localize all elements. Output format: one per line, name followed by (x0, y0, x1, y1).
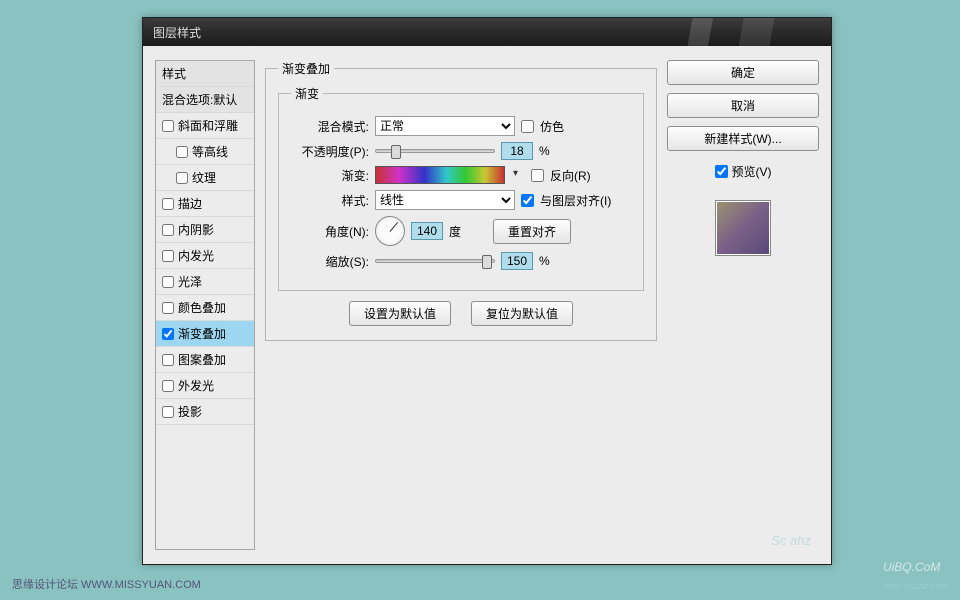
align-checkbox[interactable] (521, 194, 534, 207)
style-select[interactable]: 线性 (375, 190, 515, 210)
sidebar-item-color-overlay[interactable]: 颜色叠加 (156, 295, 254, 321)
sidebar-item-outer-glow[interactable]: 外发光 (156, 373, 254, 399)
section-title: 渐变叠加 (278, 60, 334, 77)
effects-sidebar: 样式 混合选项:默认 斜面和浮雕 等高线 纹理 描边 内阴影 内发光 光泽 颜色… (155, 60, 255, 550)
checkbox-icon[interactable] (162, 224, 174, 236)
scale-input[interactable]: 150 (501, 252, 533, 270)
angle-dial[interactable] (375, 216, 405, 246)
sidebar-item-inner-shadow[interactable]: 内阴影 (156, 217, 254, 243)
sidebar-item-texture[interactable]: 纹理 (156, 165, 254, 191)
set-default-button[interactable]: 设置为默认值 (349, 301, 451, 326)
sidebar-item-satin[interactable]: 光泽 (156, 269, 254, 295)
sidebar-item-inner-glow[interactable]: 内发光 (156, 243, 254, 269)
gradient-overlay-section: 渐变叠加 渐变 混合模式: 正常 仿色 不透明度(P): 18 % (265, 60, 657, 341)
right-panel: 确定 取消 新建样式(W)... 预览(V) (667, 60, 819, 550)
gradient-picker[interactable] (375, 166, 505, 184)
checkbox-icon[interactable] (176, 172, 188, 184)
dither-checkbox[interactable] (521, 120, 534, 133)
gradient-label: 渐变: (291, 167, 369, 184)
sidebar-item-bevel[interactable]: 斜面和浮雕 (156, 113, 254, 139)
reverse-checkbox[interactable] (531, 169, 544, 182)
sidebar-item-drop-shadow[interactable]: 投影 (156, 399, 254, 425)
footer-brand: UiBQ.CoM www.psahz.com (883, 558, 948, 594)
reset-default-button[interactable]: 复位为默认值 (471, 301, 573, 326)
dialog-title: 图层样式 (153, 24, 201, 41)
sidebar-item-contour[interactable]: 等高线 (156, 139, 254, 165)
checkbox-icon[interactable] (162, 276, 174, 288)
slider-thumb-icon[interactable] (391, 145, 401, 159)
angle-label: 角度(N): (291, 223, 369, 240)
percent-label: % (539, 144, 550, 158)
sidebar-styles-header[interactable]: 样式 (156, 61, 254, 87)
slider-thumb-icon[interactable] (482, 255, 492, 269)
checkbox-icon[interactable] (162, 354, 174, 366)
opacity-label: 不透明度(P): (291, 143, 369, 160)
dither-label: 仿色 (540, 118, 564, 135)
preview-swatch (715, 200, 771, 256)
checkbox-icon[interactable] (162, 302, 174, 314)
sidebar-item-gradient-overlay[interactable]: 渐变叠加 (156, 321, 254, 347)
checkbox-icon[interactable] (176, 146, 188, 158)
angle-input[interactable]: 140 (411, 222, 443, 240)
reverse-label: 反向(R) (550, 167, 591, 184)
checkbox-icon[interactable] (162, 250, 174, 262)
blend-mode-label: 混合模式: (291, 118, 369, 135)
opacity-input[interactable]: 18 (501, 142, 533, 160)
layer-style-dialog: 图层样式 样式 混合选项:默认 斜面和浮雕 等高线 纹理 描边 内阴影 内发光 … (142, 17, 832, 565)
preview-label: 预览(V) (732, 163, 772, 180)
footer-credit: 思缘设计论坛 WWW.MISSYUAN.COM (12, 576, 201, 592)
sidebar-item-stroke[interactable]: 描边 (156, 191, 254, 217)
checkbox-icon[interactable] (162, 406, 174, 418)
opacity-slider[interactable] (375, 149, 495, 153)
preview-checkbox[interactable] (715, 165, 728, 178)
ok-button[interactable]: 确定 (667, 60, 819, 85)
checkbox-icon[interactable] (162, 198, 174, 210)
checkbox-icon[interactable] (162, 380, 174, 392)
gradient-group: 渐变 混合模式: 正常 仿色 不透明度(P): 18 % 渐变: (278, 85, 644, 291)
reset-align-button[interactable]: 重置对齐 (493, 219, 571, 244)
checkbox-icon[interactable] (162, 120, 174, 132)
scale-label: 缩放(S): (291, 253, 369, 270)
checkbox-icon[interactable] (162, 328, 174, 340)
new-style-button[interactable]: 新建样式(W)... (667, 126, 819, 151)
style-label: 样式: (291, 192, 369, 209)
titlebar[interactable]: 图层样式 (143, 18, 831, 46)
sidebar-item-pattern-overlay[interactable]: 图案叠加 (156, 347, 254, 373)
scale-slider[interactable] (375, 259, 495, 263)
group-title: 渐变 (291, 85, 323, 102)
sidebar-blend-header[interactable]: 混合选项:默认 (156, 87, 254, 113)
degree-label: 度 (449, 223, 461, 240)
main-panel: 渐变叠加 渐变 混合模式: 正常 仿色 不透明度(P): 18 % (265, 60, 657, 550)
cancel-button[interactable]: 取消 (667, 93, 819, 118)
blend-mode-select[interactable]: 正常 (375, 116, 515, 136)
watermark: Sc ahz (771, 533, 811, 548)
percent-label: % (539, 254, 550, 268)
align-label: 与图层对齐(I) (540, 192, 611, 209)
